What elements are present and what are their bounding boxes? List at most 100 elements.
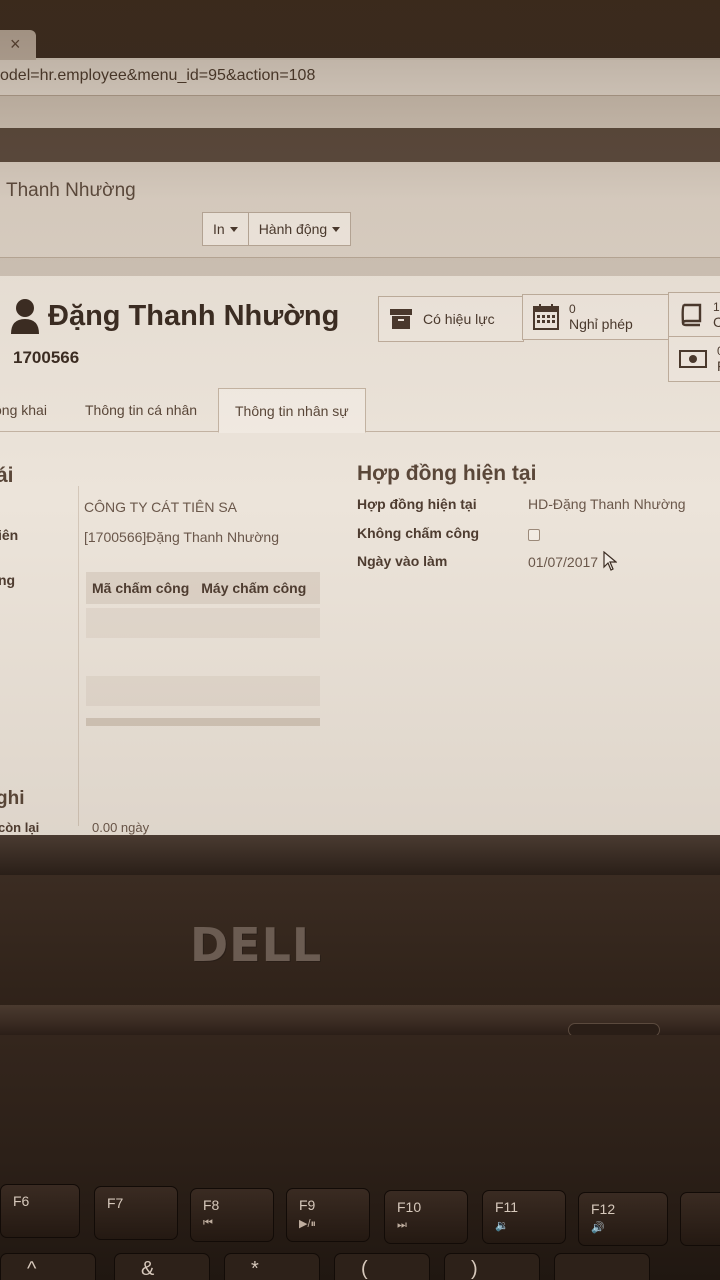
key-0[interactable]: ) xyxy=(444,1253,540,1280)
key-7[interactable]: & xyxy=(114,1253,210,1280)
calendar-icon xyxy=(533,304,559,330)
no-attendance-checkbox[interactable] xyxy=(528,529,540,541)
breadcrumb[interactable]: Thanh Nhường xyxy=(6,180,136,202)
user-icon xyxy=(11,299,39,334)
remaining-leave-value: 0.00 ngày xyxy=(92,820,150,835)
url-text: odel=hr.employee&menu_id=95&action=108 xyxy=(0,67,316,84)
leaves-button[interactable]: 0 Nghỉ phép xyxy=(522,294,670,340)
payslips-button[interactable]: 0 F xyxy=(668,336,720,382)
table-row xyxy=(86,642,320,672)
leaves-section-title: ghi xyxy=(0,788,25,809)
key-partial[interactable] xyxy=(680,1192,720,1246)
tab-public-info-label: ông khai xyxy=(0,402,47,418)
key-f9[interactable]: F9 ▶/⏸ xyxy=(286,1188,370,1242)
browser-tab[interactable]: × xyxy=(0,30,36,60)
tab-personal-info[interactable]: Thông tin cá nhân xyxy=(85,388,197,432)
previous-track-icon: ⏮ xyxy=(203,1217,213,1229)
table-footer xyxy=(86,718,320,726)
key-f8[interactable]: F8 ⏮ xyxy=(190,1188,274,1242)
key-6-label: ^ xyxy=(27,1258,37,1280)
key-f7[interactable]: F7 xyxy=(94,1186,178,1240)
key-8[interactable]: * xyxy=(224,1253,320,1280)
attendance-code-header[interactable]: Mã chấm công xyxy=(92,580,189,596)
key-f10-label: F10 xyxy=(397,1199,422,1215)
key-f12-label: F12 xyxy=(591,1201,616,1217)
app-top-navbar xyxy=(0,128,720,162)
attendance-field-label: ng xyxy=(0,572,16,588)
screen-bezel xyxy=(0,835,720,875)
company-value[interactable]: CÔNG TY CÁT TIÊN SA xyxy=(84,499,237,515)
column-divider xyxy=(78,486,79,826)
attendance-table-header: Mã chấm công Máy chấm công xyxy=(86,572,320,604)
key-f6-label: F6 xyxy=(13,1193,30,1209)
attendance-table: Mã chấm công Máy chấm công xyxy=(86,572,320,726)
play-pause-icon: ▶/⏸ xyxy=(299,1218,317,1230)
start-date-value[interactable]: 01/07/2017 xyxy=(528,554,598,570)
key-f8-label: F8 xyxy=(203,1197,220,1213)
control-panel: Thanh Nhường xyxy=(0,162,720,258)
laptop-screen: × odel=hr.employee&menu_id=95&action=108… xyxy=(0,0,720,835)
key-f9-label: F9 xyxy=(299,1197,316,1213)
contracts-text: 1 C xyxy=(713,300,720,330)
key-9-label: ( xyxy=(361,1258,368,1280)
money-icon xyxy=(679,350,707,368)
active-status-button[interactable]: Có hiệu lực xyxy=(378,296,524,342)
leaves-label: Nghỉ phép xyxy=(569,316,633,332)
action-button-label: Hành động xyxy=(258,221,328,237)
key-9[interactable]: ( xyxy=(334,1253,430,1280)
next-track-icon: ⏭ xyxy=(397,1219,407,1231)
start-date-label: Ngày vào làm xyxy=(357,553,448,569)
action-button-group: In Hành động xyxy=(202,212,352,246)
table-row xyxy=(86,676,320,706)
employee-link-value[interactable]: [1700566]Đặng Thanh Nhường xyxy=(84,529,279,545)
left-section-title: ái xyxy=(0,464,14,487)
close-icon[interactable]: × xyxy=(10,34,21,54)
table-row xyxy=(86,608,320,638)
tab-hr-info[interactable]: Thông tin nhân sự xyxy=(218,388,366,433)
current-contract-value[interactable]: HD-Đặng Thanh Nhường xyxy=(528,496,686,512)
leaves-count: 0 xyxy=(569,302,576,316)
key-f11[interactable]: F11 🔉 xyxy=(482,1190,566,1244)
browser-toolbar xyxy=(0,96,720,128)
remaining-leave-label: còn lại xyxy=(0,820,40,835)
tab-public-info[interactable]: ông khai xyxy=(0,388,47,432)
key-f10[interactable]: F10 ⏭ xyxy=(384,1190,468,1244)
employee-form-sheet: Đặng Thanh Nhường 1700566 Có hiệu lực 0 … xyxy=(0,276,720,835)
print-dropdown-button[interactable]: In xyxy=(202,212,249,246)
chevron-down-icon xyxy=(332,226,341,232)
contract-section-title: Hợp đồng hiện tại xyxy=(357,462,537,485)
contracts-label: C xyxy=(713,314,720,330)
photo-stage: × odel=hr.employee&menu_id=95&action=108… xyxy=(0,0,720,1280)
volume-down-icon: 🔉 xyxy=(495,1220,509,1232)
key-7-label: & xyxy=(141,1258,155,1280)
tab-personal-info-label: Thông tin cá nhân xyxy=(85,402,198,418)
current-contract-label: Hợp đồng hiện tại xyxy=(357,496,477,512)
laptop-lid xyxy=(0,875,720,1005)
employee-field-label: iên xyxy=(0,527,19,543)
contracts-count: 1 xyxy=(713,300,720,314)
key-minus[interactable] xyxy=(554,1253,650,1280)
address-bar[interactable]: odel=hr.employee&menu_id=95&action=108 xyxy=(0,60,720,96)
book-icon xyxy=(681,303,702,327)
attendance-device-header[interactable]: Máy chấm công xyxy=(201,580,306,596)
employee-name: Đặng Thanh Nhường xyxy=(48,300,340,332)
archive-icon xyxy=(390,309,412,329)
dell-logo: DELL xyxy=(190,918,323,972)
key-0-label: ) xyxy=(471,1258,478,1280)
mouse-cursor-icon xyxy=(603,551,617,571)
volume-up-icon: 🔊 xyxy=(591,1222,605,1234)
action-dropdown-button[interactable]: Hành động xyxy=(248,212,352,246)
notebook-tabs: ông khai Thông tin cá nhân Thông tin nhâ… xyxy=(0,388,720,433)
key-f6[interactable]: F6 xyxy=(0,1184,80,1238)
tab-hr-info-label: Thông tin nhân sự xyxy=(235,402,349,419)
leaves-text: 0 Nghỉ phép xyxy=(569,302,633,332)
key-f12[interactable]: F12 🔊 xyxy=(578,1192,668,1246)
key-8-label: * xyxy=(251,1258,259,1280)
contracts-button[interactable]: 1 C xyxy=(668,292,720,338)
print-button-label: In xyxy=(213,221,225,237)
key-6[interactable]: ^ xyxy=(0,1253,96,1280)
browser-tab-strip: × xyxy=(0,0,720,60)
key-f7-label: F7 xyxy=(107,1195,124,1211)
active-status-label: Có hiệu lực xyxy=(423,311,495,327)
chevron-down-icon xyxy=(229,226,238,232)
